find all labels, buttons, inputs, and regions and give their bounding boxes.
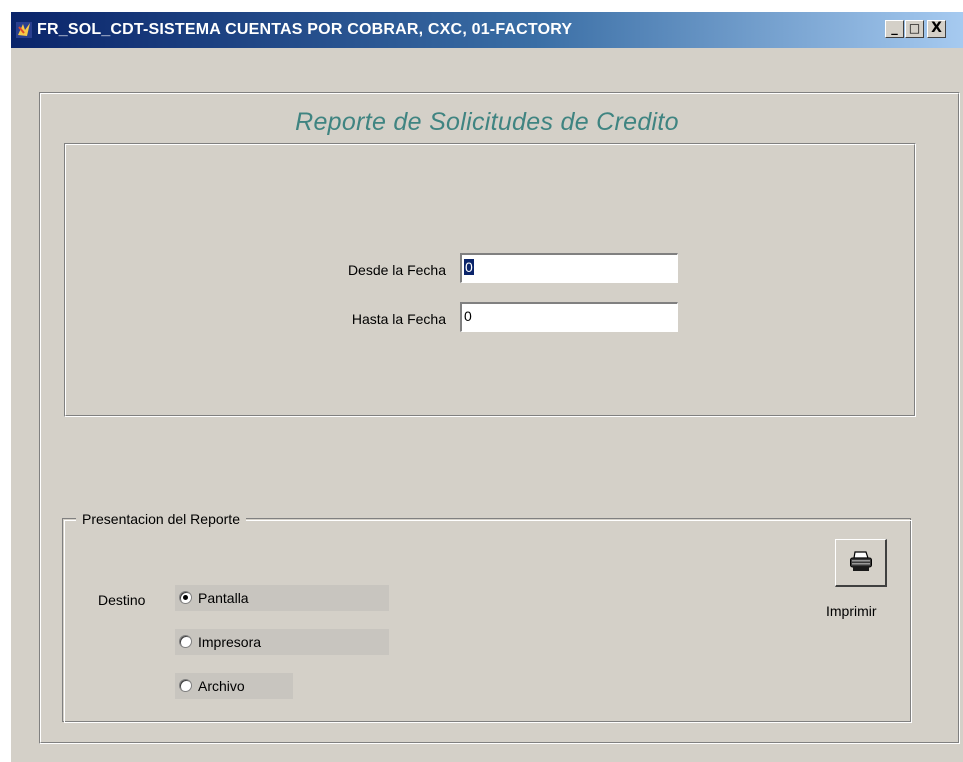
minimize-icon: _ [891, 21, 898, 36]
destino-label: Destino [98, 592, 146, 608]
maximize-icon: □ [908, 21, 921, 35]
hasta-fecha-label: Hasta la Fecha [351, 311, 446, 327]
maximize-button[interactable]: □ [905, 20, 924, 38]
minimize-button[interactable]: _ [885, 20, 904, 38]
app-icon [16, 22, 32, 38]
hasta-fecha-input[interactable]: 0 [460, 302, 678, 332]
radio-unselected-icon[interactable] [179, 679, 192, 692]
radio-unselected-icon[interactable] [179, 635, 192, 648]
radio-pantalla[interactable]: Pantalla [175, 585, 389, 611]
radio-dot-icon [183, 595, 188, 600]
desde-fecha-input[interactable]: 0 [460, 253, 678, 283]
close-button[interactable]: X [927, 20, 946, 38]
desde-fecha-value: 0 [464, 259, 474, 275]
radio-archivo[interactable]: Archivo [175, 673, 293, 699]
window-title: FR_SOL_CDT-SISTEMA CUENTAS POR COBRAR, C… [37, 21, 573, 38]
print-label: Imprimir [826, 603, 877, 619]
radio-archivo-label: Archivo [198, 678, 245, 694]
application-window: FR_SOL_CDT-SISTEMA CUENTAS POR COBRAR, C… [11, 12, 963, 762]
radio-selected-icon[interactable] [179, 591, 192, 604]
radio-impresora[interactable]: Impresora [175, 629, 389, 655]
print-button[interactable] [835, 539, 887, 587]
report-title: Reporte de Solicitudes de Credito [295, 108, 679, 136]
hasta-fecha-value: 0 [464, 308, 472, 324]
presentation-group-label: Presentacion del Reporte [76, 511, 246, 527]
close-icon: X [931, 20, 942, 36]
radio-pantalla-label: Pantalla [198, 590, 249, 606]
radio-impresora-label: Impresora [198, 634, 262, 650]
desde-fecha-label: Desde la Fecha [347, 262, 446, 278]
printer-icon [850, 551, 872, 571]
title-bar[interactable]: FR_SOL_CDT-SISTEMA CUENTAS POR COBRAR, C… [11, 12, 963, 48]
